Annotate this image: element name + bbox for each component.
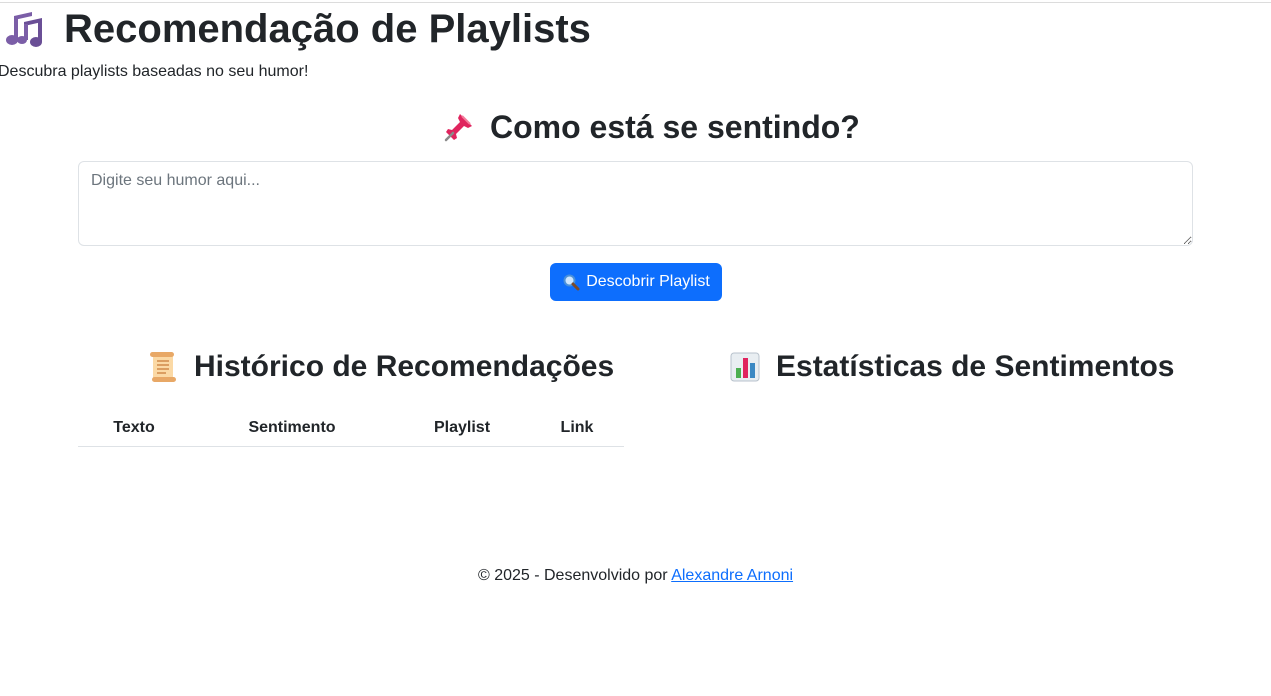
stats-heading-text: Estatísticas de Sentimentos bbox=[776, 350, 1175, 383]
mood-input[interactable] bbox=[78, 161, 1193, 246]
scroll-icon bbox=[150, 352, 176, 382]
page-header: Recomendação de Playlists bbox=[4, 6, 591, 52]
history-heading: Histórico de Recomendações bbox=[146, 348, 614, 386]
page-subtitle: Descubra playlists baseadas no seu humor… bbox=[0, 63, 309, 80]
column-header-texto: Texto bbox=[78, 410, 190, 447]
history-table: Texto Sentimento Playlist Link bbox=[78, 410, 624, 447]
pushpin-icon bbox=[444, 114, 472, 142]
top-divider bbox=[0, 2, 1271, 3]
bar-chart-icon bbox=[730, 352, 760, 382]
column-header-link: Link bbox=[530, 410, 624, 447]
mood-heading-text: Como está se sentindo? bbox=[490, 109, 860, 145]
music-notes-icon bbox=[6, 12, 42, 47]
footer-text: © 2025 - Desenvolvido por bbox=[477, 567, 668, 584]
mood-heading: Como está se sentindo? bbox=[442, 108, 860, 146]
discover-playlist-label: Descobrir Playlist bbox=[586, 273, 710, 290]
page-title: Recomendação de Playlists bbox=[64, 7, 591, 51]
magnifier-icon bbox=[563, 274, 580, 291]
discover-playlist-button[interactable]: Descobrir Playlist bbox=[550, 263, 722, 301]
stats-heading: Estatísticas de Sentimentos bbox=[728, 348, 1174, 386]
column-header-playlist: Playlist bbox=[394, 410, 530, 447]
author-link[interactable]: Alexandre Arnoni bbox=[671, 567, 793, 584]
history-heading-text: Histórico de Recomendações bbox=[194, 350, 615, 383]
footer: © 2025 - Desenvolvido por Alexandre Arno… bbox=[0, 566, 1271, 586]
column-header-sentimento: Sentimento bbox=[190, 410, 394, 447]
history-table-header-row: Texto Sentimento Playlist Link bbox=[78, 410, 624, 447]
